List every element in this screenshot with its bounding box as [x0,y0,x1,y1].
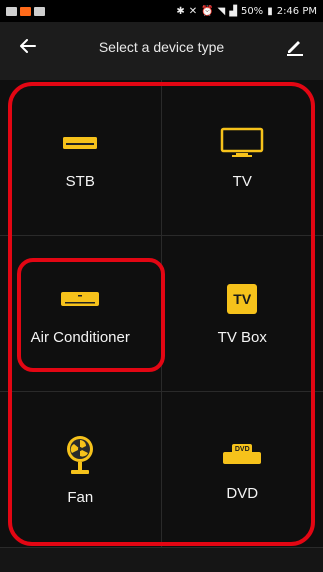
bluetooth-icon: ✱ [176,5,185,17]
dvd-icon-text: DVD [232,444,253,454]
device-tile-air-conditioner[interactable]: Air Conditioner [0,236,162,392]
dvd-icon: DVD [223,437,262,473]
device-type-grid: STB TV Air Conditioner TV TV Box Fan DVD… [0,80,323,548]
stb-icon [62,125,98,161]
device-label: Air Conditioner [30,329,130,346]
device-tile-fan[interactable]: Fan [0,392,162,548]
mute-icon: ✕ [188,5,198,17]
battery-icon: ▮ [267,5,273,17]
device-tile-tv[interactable]: TV [161,80,323,236]
device-tile-stb[interactable]: STB [0,80,162,236]
edit-button[interactable] [281,32,309,60]
app-notification-icon [20,6,31,16]
device-label: Fan [67,489,94,506]
app-header: Select a device type [0,22,323,72]
back-arrow-icon [20,39,36,53]
signal-icon: ▟ [229,5,237,17]
device-label: STB [65,173,95,190]
page-title: Select a device type [98,39,225,55]
back-button[interactable] [14,32,42,60]
device-tile-dvd[interactable]: DVD DVD [161,392,323,548]
device-label: DVD [226,485,259,502]
status-bar-system: ✱ ✕ ⏰ ◥ ▟ 50% ▮ 2:46 PM [176,6,317,17]
device-label: TV Box [217,329,267,346]
status-bar: ✱ ✕ ⏰ ◥ ▟ 50% ▮ 2:46 PM [0,0,323,22]
bottom-area [0,548,323,572]
wifi-icon: ◥ [217,5,226,17]
device-label: TV [232,173,252,190]
battery-percent: 50% [240,5,264,17]
tv-box-icon: TV [227,281,258,317]
status-bar-notifications [6,6,45,16]
tv-icon [220,125,264,161]
tv-box-icon-text: TV [227,284,258,314]
device-tile-tv-box[interactable]: TV TV Box [161,236,323,392]
alarm-icon: ⏰ [201,5,214,17]
air-conditioner-icon [60,281,100,317]
clock: 2:46 PM [276,5,317,17]
folder-icon [34,6,45,16]
pencil-icon [287,41,303,56]
fan-icon [65,433,95,477]
image-icon [6,6,17,16]
